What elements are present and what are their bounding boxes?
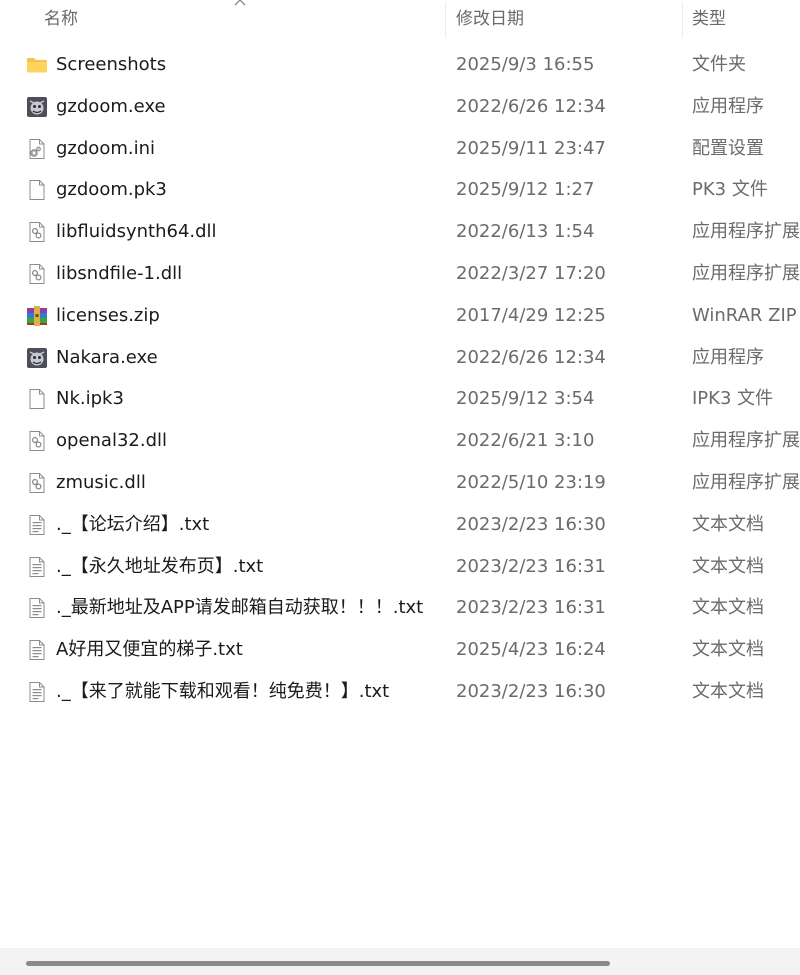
column-separator[interactable] bbox=[445, 2, 446, 38]
file-type: 文本文档 bbox=[692, 597, 764, 619]
sort-ascending-icon bbox=[234, 0, 246, 6]
file-modified-date: 2017/4/29 12:25 bbox=[456, 304, 606, 326]
file-type: 应用程序 bbox=[692, 346, 764, 368]
file-modified-date: 2022/5/10 23:19 bbox=[456, 471, 606, 493]
blank-file-icon bbox=[26, 179, 48, 201]
text-file-icon bbox=[26, 639, 48, 661]
file-row[interactable]: libsndfile-1.dll 2022/3/27 17:20 应用程序扩展 bbox=[0, 253, 800, 295]
dll-file-icon bbox=[26, 263, 48, 285]
file-row[interactable]: Nakara.exe 2022/6/26 12:34 应用程序 bbox=[0, 337, 800, 379]
dll-file-icon bbox=[26, 472, 48, 494]
file-row[interactable]: Nk.ipk3 2025/9/12 3:54 IPK3 文件 bbox=[0, 378, 800, 420]
blank-file-icon bbox=[26, 388, 48, 410]
file-modified-date: 2022/6/26 12:34 bbox=[456, 346, 606, 368]
column-header-bar: 名称 修改日期 类型 bbox=[0, 0, 800, 38]
file-type: WinRAR ZIP 压 bbox=[692, 304, 800, 326]
file-name: Nakara.exe bbox=[56, 346, 158, 368]
file-name: licenses.zip bbox=[56, 304, 160, 326]
file-row[interactable]: gzdoom.pk3 2025/9/12 1:27 PK3 文件 bbox=[0, 169, 800, 211]
file-modified-date: 2022/3/27 17:20 bbox=[456, 262, 606, 284]
file-row[interactable]: libfluidsynth64.dll 2022/6/13 1:54 应用程序扩展 bbox=[0, 211, 800, 253]
file-name: gzdoom.ini bbox=[56, 137, 155, 159]
file-type: 应用程序 bbox=[692, 95, 764, 117]
file-type: 文件夹 bbox=[692, 54, 746, 75]
file-name: gzdoom.pk3 bbox=[56, 179, 167, 201]
winrar-archive-icon bbox=[26, 305, 48, 327]
folder-icon bbox=[26, 54, 48, 76]
file-name: A好用又便宜的梯子.txt bbox=[56, 639, 243, 661]
file-name: ._【论坛介绍】.txt bbox=[56, 513, 210, 535]
file-row[interactable]: openal32.dll 2022/6/21 3:10 应用程序扩展 bbox=[0, 420, 800, 462]
file-modified-date: 2025/4/23 16:24 bbox=[456, 639, 606, 661]
file-row[interactable]: ._【论坛介绍】.txt 2023/2/23 16:30 文本文档 bbox=[0, 504, 800, 546]
file-name: libfluidsynth64.dll bbox=[56, 221, 217, 243]
file-name: ._【永久地址发布页】.txt bbox=[56, 555, 264, 577]
file-name: gzdoom.exe bbox=[56, 95, 166, 117]
text-file-icon bbox=[26, 514, 48, 536]
file-modified-date: 2023/2/23 16:31 bbox=[456, 597, 606, 619]
file-type: 文本文档 bbox=[692, 513, 764, 535]
text-file-icon bbox=[26, 597, 48, 619]
file-type: 文本文档 bbox=[692, 639, 764, 661]
dll-file-icon bbox=[26, 430, 48, 452]
file-list: Screenshots 2025/9/3 16:55 文件夹 gzdoom.exe 20… bbox=[0, 44, 800, 713]
file-row[interactable]: gzdoom.ini 2025/9/11 23:47 配置设置 bbox=[0, 128, 800, 170]
file-explorer-window: 名称 修改日期 类型 Screenshots 2025/9/3 16:55 文件夹 g… bbox=[0, 0, 800, 975]
file-name: ._最新地址及APP请发邮箱自动获取！！！.txt bbox=[56, 597, 424, 619]
file-type: 应用程序扩展 bbox=[692, 471, 800, 493]
file-modified-date: 2025/9/11 23:47 bbox=[456, 137, 606, 159]
file-row[interactable]: Screenshots 2025/9/3 16:55 文件夹 bbox=[0, 44, 800, 86]
file-type: 配置设置 bbox=[692, 137, 764, 159]
file-name: openal32.dll bbox=[56, 430, 168, 452]
file-type: PK3 文件 bbox=[692, 179, 768, 201]
file-type: 文本文档 bbox=[692, 680, 764, 702]
file-modified-date: 2022/6/13 1:54 bbox=[456, 221, 595, 243]
file-name: ._【来了就能下载和观看！纯免费！】.txt bbox=[56, 680, 390, 702]
doom-app-icon bbox=[26, 96, 48, 118]
doom-app-icon bbox=[26, 347, 48, 369]
column-separator[interactable] bbox=[682, 2, 683, 38]
file-type: 文本文档 bbox=[692, 555, 764, 577]
text-file-icon bbox=[26, 556, 48, 578]
text-file-icon bbox=[26, 681, 48, 703]
file-row[interactable]: zmusic.dll 2022/5/10 23:19 应用程序扩展 bbox=[0, 462, 800, 504]
file-row[interactable]: ._最新地址及APP请发邮箱自动获取！！！.txt 2023/2/23 16:31… bbox=[0, 587, 800, 629]
column-header-type[interactable]: 类型 bbox=[692, 0, 800, 38]
file-modified-date: 2025/9/12 3:54 bbox=[456, 388, 595, 410]
config-file-icon bbox=[26, 138, 48, 160]
file-row[interactable]: licenses.zip 2017/4/29 12:25 WinRAR ZIP 压 bbox=[0, 295, 800, 337]
dll-file-icon bbox=[26, 221, 48, 243]
file-row[interactable]: ._【永久地址发布页】.txt 2023/2/23 16:31 文本文档 bbox=[0, 546, 800, 588]
file-name: libsndfile-1.dll bbox=[56, 262, 183, 284]
file-modified-date: 2023/2/23 16:30 bbox=[456, 680, 606, 702]
file-modified-date: 2025/9/12 1:27 bbox=[456, 179, 595, 201]
file-name: Screenshots bbox=[56, 54, 167, 75]
file-row[interactable]: ._【来了就能下载和观看！纯免费！】.txt 2023/2/23 16:30 文本文… bbox=[0, 671, 800, 713]
file-row[interactable]: gzdoom.exe 2022/6/26 12:34 应用程序 bbox=[0, 86, 800, 128]
file-type: 应用程序扩展 bbox=[692, 262, 800, 284]
file-modified-date: 2022/6/26 12:34 bbox=[456, 95, 606, 117]
horizontal-scrollbar-thumb[interactable] bbox=[26, 961, 610, 966]
file-type: IPK3 文件 bbox=[692, 388, 774, 410]
file-modified-date: 2025/9/3 16:55 bbox=[456, 54, 595, 75]
column-header-date[interactable]: 修改日期 bbox=[456, 0, 676, 38]
file-modified-date: 2023/2/23 16:30 bbox=[456, 513, 606, 535]
horizontal-scrollbar[interactable] bbox=[0, 948, 800, 975]
file-type: 应用程序扩展 bbox=[692, 430, 800, 452]
file-modified-date: 2023/2/23 16:31 bbox=[456, 555, 606, 577]
file-row[interactable]: A好用又便宜的梯子.txt 2025/4/23 16:24 文本文档 bbox=[0, 629, 800, 671]
file-type: 应用程序扩展 bbox=[692, 221, 800, 243]
file-modified-date: 2022/6/21 3:10 bbox=[456, 430, 595, 452]
file-name: zmusic.dll bbox=[56, 471, 146, 493]
file-name: Nk.ipk3 bbox=[56, 388, 124, 410]
